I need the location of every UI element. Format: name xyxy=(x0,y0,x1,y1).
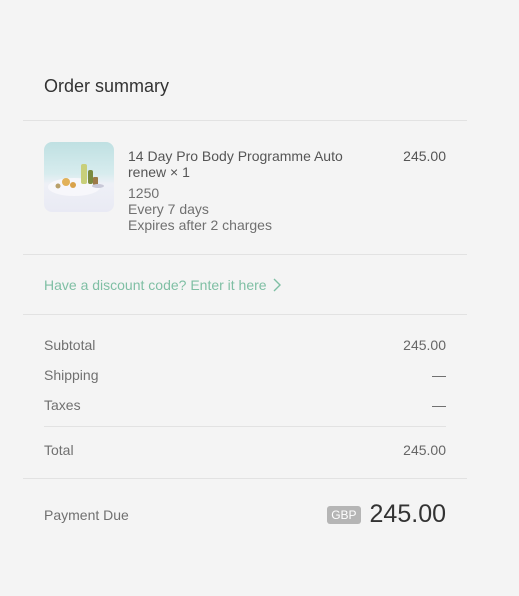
product-variant: 1250 xyxy=(128,185,160,201)
discount-code-link[interactable]: Have a discount code? Enter it here xyxy=(44,277,281,293)
divider xyxy=(23,254,467,255)
product-name-line1: 14 Day Pro Body Programme Auto xyxy=(128,148,343,164)
total-value: 245.00 xyxy=(403,442,446,458)
divider xyxy=(23,478,467,479)
currency-badge: GBP xyxy=(327,505,361,524)
taxes-value: — xyxy=(432,397,446,413)
payment-due-value: 245.00 xyxy=(369,500,446,528)
subscription-frequency: Every 7 days xyxy=(128,201,209,217)
discount-code-label[interactable]: Have a discount code? Enter it here xyxy=(44,277,267,293)
taxes-row: Taxes — xyxy=(44,397,446,413)
subtotal-value: 245.00 xyxy=(403,337,446,353)
order-summary-title: Order summary xyxy=(44,76,170,96)
shipping-value: — xyxy=(432,367,446,383)
divider xyxy=(23,120,467,121)
product-name-line2: renew × 1 xyxy=(128,164,190,180)
taxes-label: Taxes xyxy=(44,397,81,413)
total-label: Total xyxy=(44,442,74,458)
subtotal-row: Subtotal 245.00 xyxy=(44,337,446,353)
line-item-details: 14 Day Pro Body Programme Auto renew × 1… xyxy=(128,148,368,233)
line-item-price: 245.00 xyxy=(403,148,446,164)
payment-due-amount: GBP 245.00 xyxy=(327,500,446,529)
order-summary-panel: Order summary 14 Day Pro Body Programme … xyxy=(0,0,519,596)
product-image xyxy=(48,164,104,196)
payment-due-label: Payment Due xyxy=(44,507,129,523)
chevron-right-icon xyxy=(273,278,281,292)
shipping-label: Shipping xyxy=(44,367,99,383)
divider xyxy=(44,426,446,427)
shipping-row: Shipping — xyxy=(44,367,446,383)
subscription-expiry: Expires after 2 charges xyxy=(128,217,272,233)
total-row: Total 245.00 xyxy=(44,442,446,458)
subtotal-label: Subtotal xyxy=(44,337,96,353)
product-thumbnail xyxy=(44,142,114,212)
divider xyxy=(23,314,467,315)
